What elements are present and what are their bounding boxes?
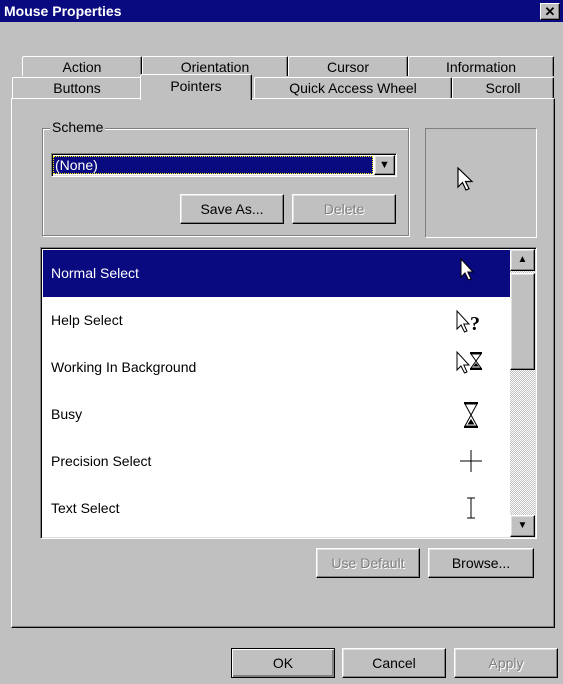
scheme-selected-value[interactable]: (None) <box>53 156 373 174</box>
tab-action[interactable]: Action <box>22 56 142 76</box>
scrollbar-thumb[interactable] <box>510 273 535 370</box>
tab-pointers[interactable]: Pointers <box>140 74 252 100</box>
list-item-label: Busy <box>51 406 83 422</box>
arrow-pointer-icon <box>457 167 474 191</box>
tab-information[interactable]: Information <box>408 56 554 76</box>
list-item[interactable]: Help Select ? <box>43 297 513 344</box>
tab-orientation[interactable]: Orientation <box>142 56 288 76</box>
ibeam-icon <box>467 497 475 519</box>
chevron-down-icon[interactable]: ▼ <box>374 155 395 175</box>
list-item-label: Precision Select <box>51 453 152 469</box>
scroll-up-icon[interactable]: ▲ <box>510 249 535 271</box>
hourglass-icon <box>464 402 478 428</box>
list-item[interactable]: Precision Select <box>43 438 513 485</box>
apply-button[interactable]: Apply <box>454 648 558 678</box>
scheme-label: Scheme <box>50 119 106 135</box>
save-as-button[interactable]: Save As... <box>180 194 284 224</box>
use-default-button[interactable]: Use Default <box>316 548 420 578</box>
crosshair-icon <box>460 450 482 472</box>
tab-scroll[interactable]: Scroll <box>452 77 554 99</box>
cursor-preview <box>425 128 537 238</box>
tab-quick-access-wheel[interactable]: Quick Access Wheel <box>254 77 452 99</box>
list-item[interactable]: Normal Select <box>43 250 513 297</box>
list-item-label: Help Select <box>51 312 123 328</box>
delete-button[interactable]: Delete <box>292 194 396 224</box>
scroll-down-icon[interactable]: ▼ <box>510 515 535 537</box>
close-button[interactable]: ✕ <box>540 3 560 20</box>
window-title: Mouse Properties <box>4 3 122 19</box>
working-pointer-icon <box>456 350 482 374</box>
svg-text:?: ? <box>470 313 480 335</box>
list-item-label: Working In Background <box>51 359 197 375</box>
list-item-label: Text Select <box>51 500 120 516</box>
arrow-pointer-icon <box>460 257 475 281</box>
browse-button[interactable]: Browse... <box>428 548 534 578</box>
ok-button[interactable]: OK <box>231 648 335 678</box>
tab-buttons[interactable]: Buttons <box>12 77 142 99</box>
list-item[interactable]: Working In Background <box>43 344 513 391</box>
list-item[interactable]: Text Select <box>43 485 513 532</box>
list-item[interactable]: Busy <box>43 391 513 438</box>
cancel-button[interactable]: Cancel <box>342 648 446 678</box>
tab-cursor[interactable]: Cursor <box>288 56 408 76</box>
help-pointer-icon: ? <box>456 309 480 335</box>
list-item-label: Normal Select <box>51 265 139 281</box>
cursor-list[interactable]: Normal Select Help Select ? Working In B… <box>40 247 537 539</box>
